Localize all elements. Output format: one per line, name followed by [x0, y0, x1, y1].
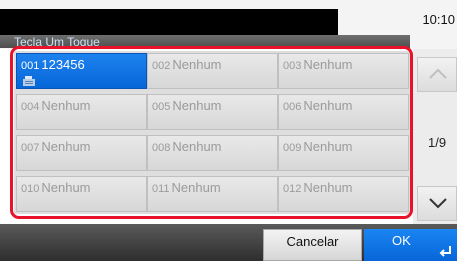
key-number: 012 — [283, 183, 302, 195]
key-label: Nenhum — [41, 98, 91, 113]
key-number: 008 — [152, 142, 171, 154]
key-label: Nenhum — [303, 139, 353, 154]
key-label: Nenhum — [172, 57, 222, 72]
one-touch-key-012[interactable]: 012 Nenhum — [278, 176, 409, 212]
one-touch-key-003[interactable]: 003 Nenhum — [278, 53, 409, 89]
one-touch-key-010[interactable]: 010 Nenhum — [16, 176, 147, 212]
one-touch-key-004[interactable]: 004 Nenhum — [16, 94, 147, 130]
key-number: 003 — [283, 60, 302, 72]
key-label: Nenhum — [41, 180, 91, 195]
page-indicator: 1/9 — [428, 135, 447, 150]
key-number: 004 — [21, 101, 40, 113]
one-touch-key-001[interactable]: 001 123456 — [16, 53, 147, 89]
one-touch-key-006[interactable]: 006 Nenhum — [278, 94, 409, 130]
ok-label: OK — [392, 233, 411, 248]
key-number: 010 — [21, 183, 40, 195]
key-label: Nenhum — [172, 98, 222, 113]
one-touch-key-007[interactable]: 007 Nenhum — [16, 135, 147, 171]
key-number: 009 — [283, 142, 302, 154]
scroll-down-button[interactable] — [417, 186, 457, 221]
one-touch-key-002[interactable]: 002 Nenhum — [147, 53, 278, 89]
key-label: 123456 — [41, 57, 85, 72]
chevron-down-icon — [429, 198, 447, 209]
clock: 10:10 — [422, 12, 455, 27]
one-touch-key-008[interactable]: 008 Nenhum — [147, 135, 278, 171]
fax-icon — [23, 76, 35, 86]
scroll-up-button[interactable] — [417, 57, 457, 92]
cancel-button[interactable]: Cancelar — [263, 229, 362, 261]
message-area — [0, 9, 338, 35]
screen-title: Tecla Um Toque — [14, 35, 100, 49]
key-number: 007 — [21, 142, 40, 154]
key-label: Nenhum — [171, 180, 221, 195]
one-touch-key-005[interactable]: 005 Nenhum — [147, 94, 278, 130]
key-label: Nenhum — [303, 98, 353, 113]
one-touch-key-009[interactable]: 009 Nenhum — [278, 135, 409, 171]
key-number: 002 — [152, 60, 171, 72]
key-label: Nenhum — [303, 180, 353, 195]
one-touch-key-011[interactable]: 011 Nenhum — [147, 176, 278, 212]
key-number: 011 — [152, 183, 170, 195]
key-label: Nenhum — [41, 139, 91, 154]
key-number: 001 — [21, 60, 40, 72]
ok-button[interactable]: OK — [364, 229, 457, 261]
key-label: Nenhum — [172, 139, 222, 154]
chevron-up-icon — [429, 68, 447, 79]
enter-icon — [439, 246, 451, 257]
key-number: 006 — [283, 101, 302, 113]
one-touch-key-panel: 001 123456 002 Nenhum 003 Nenhum 004 Nenhum … — [14, 51, 410, 214]
key-number: 005 — [152, 101, 171, 113]
key-label: Nenhum — [303, 57, 353, 72]
